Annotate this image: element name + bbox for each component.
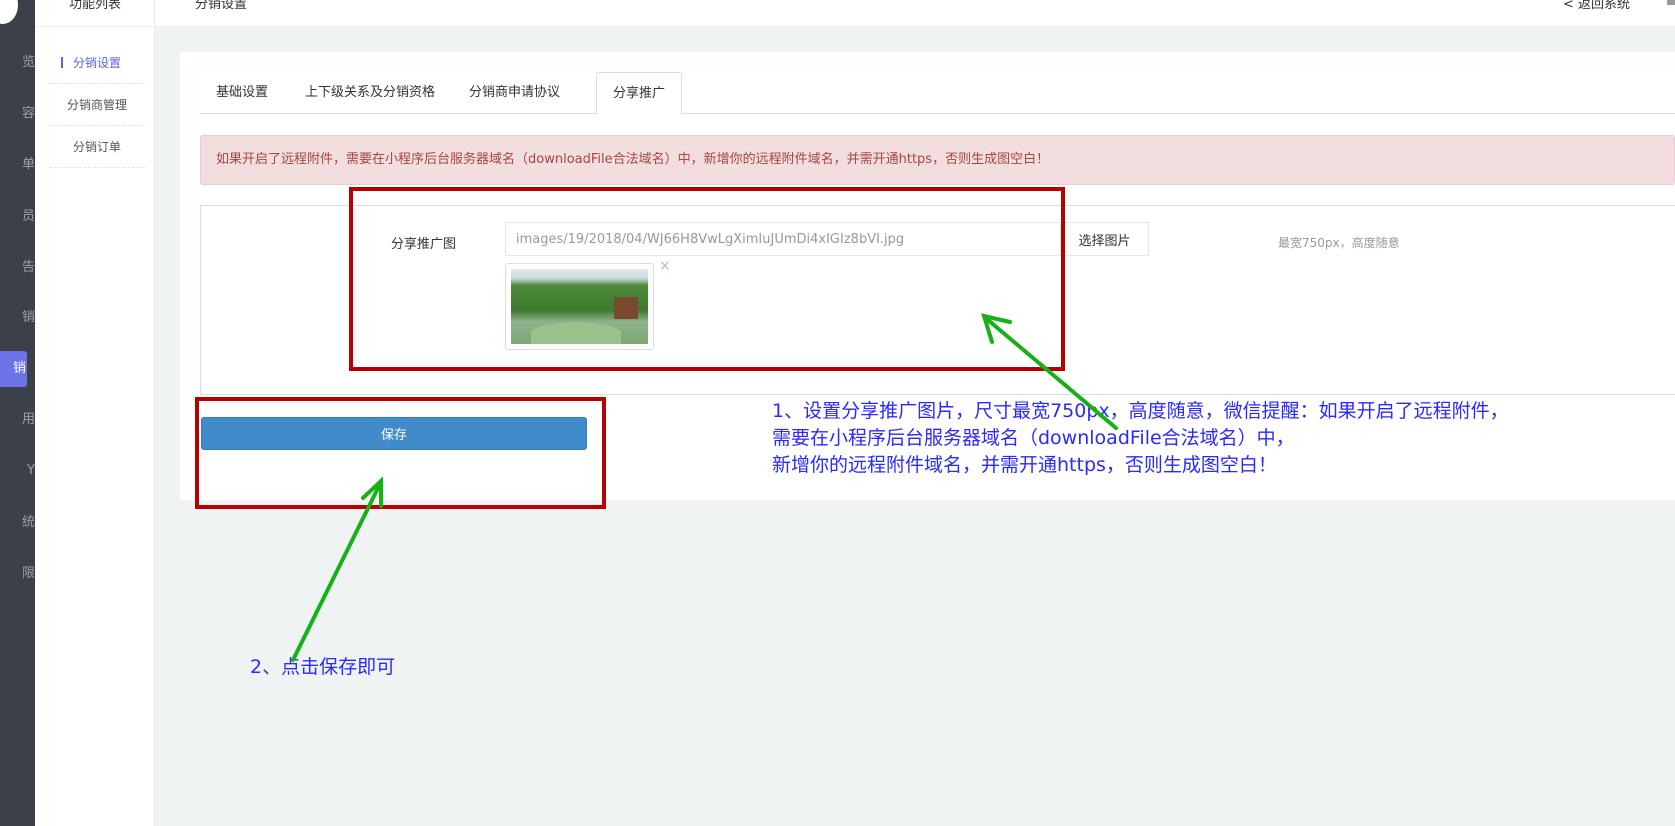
annotation-line: 1、设置分享推广图片，尺寸最宽750px，高度随意，微信提醒：如果开启了远程附件… [772, 400, 1509, 422]
sub-nav-item-settings[interactable]: 分销设置 [49, 42, 145, 84]
main-sidebar: 览 容 单 员 告 销 销 用 Y 统 限 [0, 0, 35, 826]
size-hint: 最宽750px，高度随意 [1278, 236, 1400, 250]
logo [0, 0, 18, 24]
tab-share-promotion[interactable]: 分享推广 [596, 72, 683, 115]
choose-image-button[interactable]: 选择图片 [1061, 222, 1149, 256]
highlight-box-save [195, 397, 606, 509]
sub-sidebar: 功能列表 分销设置 分销商管理 分销订单 [35, 0, 155, 826]
sub-nav-item-distributors[interactable]: 分销商管理 [49, 84, 145, 126]
user-icon[interactable] [1667, 0, 1675, 5]
tab-bar: 基础设置 上下级关系及分销资格 分销商申请协议 分享推广 [200, 72, 1675, 115]
annotation-step-1: 1、设置分享推广图片，尺寸最宽750px，高度随意，微信提醒：如果开启了远程附件… [772, 398, 1509, 479]
main-nav-item[interactable]: 告 [0, 250, 35, 286]
main-nav-item[interactable]: 单 [0, 147, 35, 183]
sub-nav-item-orders[interactable]: 分销订单 [49, 126, 145, 168]
warning-alert: 如果开启了远程附件，需要在小程序后台服务器域名（downloadFile合法域名… [200, 135, 1675, 185]
main-nav-item[interactable]: Y [0, 453, 35, 489]
tab-agreement[interactable]: 分销商申请协议 [453, 72, 576, 114]
highlight-box-image [349, 187, 1065, 371]
back-to-system-link[interactable]: < 返回系统 [1563, 0, 1630, 12]
main-nav-item[interactable]: 览 [0, 45, 35, 81]
tab-hierarchy[interactable]: 上下级关系及分销资格 [289, 72, 451, 114]
main-nav-item[interactable]: 统 [0, 505, 35, 541]
main-nav-item[interactable]: 用 [0, 402, 35, 438]
annotation-line: 新增你的远程附件域名，并需开通https，否则生成图空白！ [772, 454, 1277, 476]
arrow-2-shaft [291, 484, 381, 662]
sub-sidebar-title: 功能列表 [68, 0, 121, 12]
main-nav-item-distribution[interactable]: 销 [0, 351, 27, 387]
main-nav-item[interactable]: 限 [0, 556, 35, 592]
page-title: 分销设置 [195, 0, 248, 12]
main-nav-item[interactable]: 销 [0, 300, 35, 336]
annotation-step-2: 2、点击保存即可 [250, 656, 396, 678]
divider [35, 26, 155, 27]
main-nav-item[interactable]: 员 [0, 199, 35, 235]
main-nav-item[interactable]: 容 [0, 96, 35, 132]
annotation-line: 需要在小程序后台服务器域名（downloadFile合法域名）中， [772, 427, 1295, 449]
top-header: 分销设置 < 返回系统 [155, 0, 1675, 26]
tab-basic-settings[interactable]: 基础设置 [200, 72, 284, 114]
